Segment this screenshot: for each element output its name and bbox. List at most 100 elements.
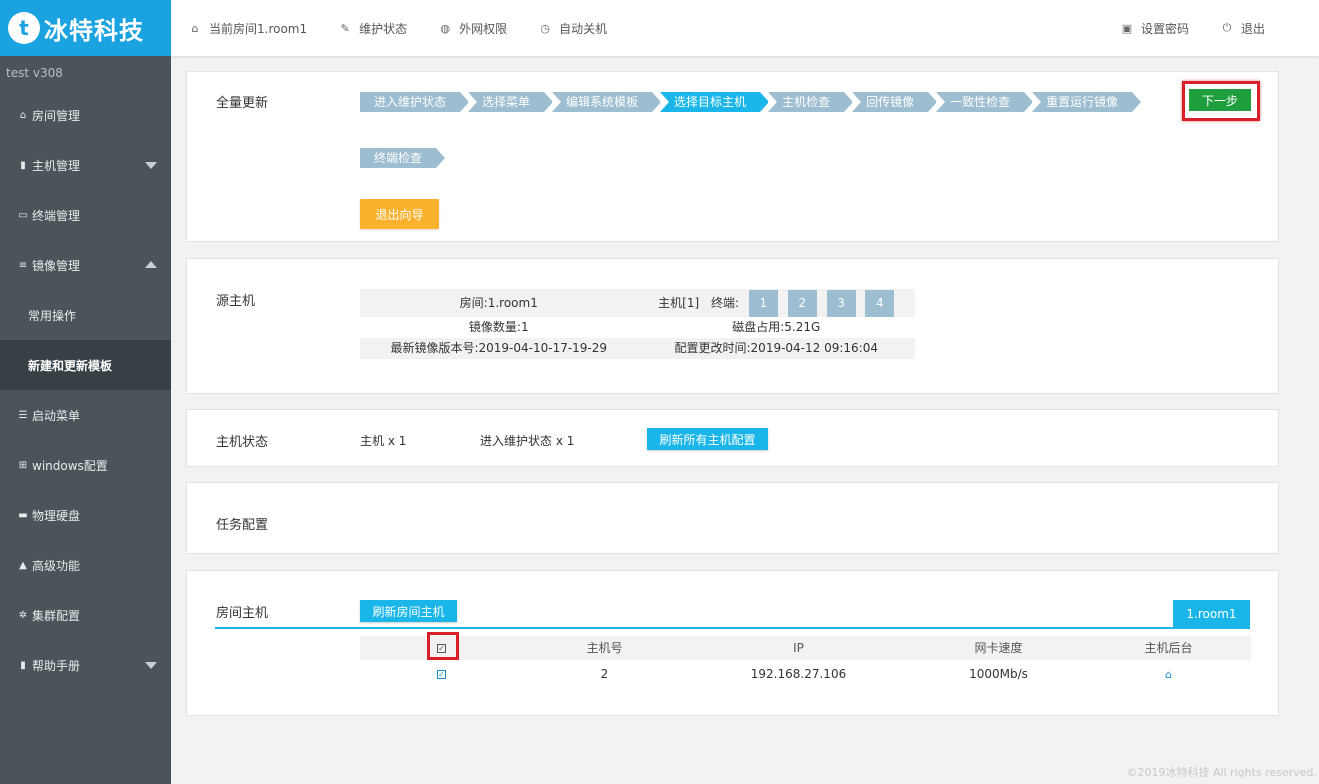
sidebar-item-label: 主机管理	[32, 158, 81, 173]
home-icon: ⌂	[19, 109, 27, 121]
tab-room1[interactable]: 1.room1	[1173, 600, 1250, 628]
power-icon: ⏻	[1222, 21, 1232, 34]
terminal-label: 终端:	[710, 296, 740, 310]
server-icon: ▮	[20, 159, 26, 171]
row-checkbox[interactable]: ✓	[437, 670, 446, 679]
exit-wizard-button[interactable]: 退出向导	[360, 199, 439, 229]
set-password-label: 设置密码	[1140, 21, 1189, 36]
header-host-no: 主机号	[586, 641, 623, 655]
sidebar-item-label: 高级功能	[32, 558, 81, 573]
sidebar-item-label: 房间管理	[32, 108, 81, 123]
terminal-button-4[interactable]: 4	[865, 290, 895, 317]
hdd-icon: ▬	[18, 509, 28, 521]
sidebar-item-boot-menu[interactable]: ☰ 启动菜单	[0, 390, 171, 440]
sidebar-subitem-common-ops[interactable]: 常用操作	[0, 290, 171, 340]
tab-underline	[215, 627, 1250, 629]
globe-icon: ◍	[440, 21, 450, 35]
home-icon: ⌂	[191, 21, 199, 35]
maintenance-count: 进入维护状态 x 1	[480, 434, 575, 448]
source-host-panel: 源主机 房间:1.room1 主机[1] 终端: 1 2 3 4 镜像数量:1 …	[186, 258, 1279, 394]
book-icon: ▮	[20, 659, 26, 671]
gear-icon: ✲	[18, 609, 28, 621]
sidebar-item-host-management[interactable]: ▮ 主机管理	[0, 140, 171, 190]
latest-image-version: 最新镜像版本号:2019-04-10-17-19-29	[390, 341, 608, 355]
auto-shutdown-link[interactable]: ◷ 自动关机	[539, 20, 607, 37]
step-edit-template: 编辑系统模板	[552, 92, 662, 112]
table-header: ✓ 主机号 IP 网卡速度 主机后台	[360, 632, 1251, 660]
sidebar-item-physical-disk[interactable]: ▬ 物理硬盘	[0, 490, 171, 540]
source-host-terminals: 主机[1] 终端: 1 2 3 4	[638, 289, 916, 317]
home-icon[interactable]: ⌂	[1165, 668, 1172, 681]
sidebar-item-help[interactable]: ▮ 帮助手册	[0, 640, 171, 690]
sidebar-item-cluster-config[interactable]: ✲ 集群配置	[0, 590, 171, 640]
host-no-cell: 2	[600, 667, 609, 681]
maintenance-status-label: 维护状态	[359, 21, 408, 36]
disk-usage: 磁盘占用:5.21G	[732, 320, 821, 334]
terminal-button-3[interactable]: 3	[826, 290, 856, 317]
sidebar-item-room-management[interactable]: ⌂ 房间管理	[0, 90, 171, 140]
host-count: 主机 x 1	[360, 434, 407, 448]
step-host-check: 主机检查	[768, 92, 854, 112]
step-select-target-host: 选择目标主机	[660, 92, 770, 112]
sidebar-item-image-management[interactable]: ≡ 镜像管理	[0, 240, 171, 290]
wizard-panel: 全量更新 进入维护状态 选择菜单 编辑系统模板 选择目标主机 主机检查 回传镜像…	[186, 71, 1279, 242]
maintenance-status-link[interactable]: ✎ 维护状态	[339, 20, 408, 37]
source-row-version: 最新镜像版本号:2019-04-10-17-19-29 配置更改时间:2019-…	[360, 338, 915, 359]
step-enter-maintenance: 进入维护状态	[360, 92, 470, 112]
next-step-button[interactable]: 下一步	[1189, 89, 1251, 111]
clock-icon: ◷	[540, 21, 550, 35]
sidebar-item-label: 集群配置	[32, 608, 81, 623]
refresh-all-hosts-button[interactable]: 刷新所有主机配置	[647, 428, 768, 450]
terminal-button-1[interactable]: 1	[748, 290, 778, 317]
sidebar-item-label: 启动菜单	[32, 408, 81, 423]
sidebar-item-label: windows配置	[32, 458, 108, 473]
room-hosts-panel: 房间主机 刷新房间主机 1.room1 ✓ 主机号 IP 网卡速度 主机后台 ✓…	[186, 570, 1279, 716]
logo: t 冰特科技	[0, 0, 171, 56]
logo-mark-icon: t	[8, 12, 40, 44]
table-row: ✓ 2 192.168.27.106 1000Mb/s ⌂	[360, 660, 1251, 688]
logout-label: 退出	[1240, 21, 1265, 36]
nic-speed-cell: 1000Mb/s	[969, 667, 1028, 681]
logout-link[interactable]: ⏻ 退出	[1221, 20, 1265, 37]
refresh-room-hosts-button[interactable]: 刷新房间主机	[360, 600, 457, 622]
sidebar-item-label: 物理硬盘	[32, 508, 81, 523]
source-host-table: 房间:1.room1 主机[1] 终端: 1 2 3 4 镜像数量:1 磁盘占用…	[360, 289, 915, 359]
task-config-panel: 任务配置	[186, 482, 1279, 554]
auto-shutdown-label: 自动关机	[559, 21, 608, 36]
config-change-time: 配置更改时间:2019-04-12 09:16:04	[674, 341, 879, 355]
select-all-highlight	[427, 632, 459, 660]
host-backend-cell: ⌂	[1086, 660, 1251, 688]
sidebar-subitem-template-update[interactable]: 新建和更新模板	[0, 340, 171, 390]
sidebar-item-terminal-management[interactable]: ▭ 终端管理	[0, 190, 171, 240]
step-select-menu: 选择菜单	[468, 92, 554, 112]
footer-copyright: ©2019冰特科技 All rights reserved.	[1126, 766, 1317, 779]
sidebar-item-windows-config[interactable]: ⊞ windows配置	[0, 440, 171, 490]
list-icon: ☰	[18, 409, 28, 421]
monitor-icon: ▭	[18, 209, 28, 221]
next-button-highlight: 下一步	[1182, 81, 1260, 121]
step-upload-image: 回传镜像	[852, 92, 938, 112]
sidebar-item-advanced[interactable]: ▲ 高级功能	[0, 540, 171, 590]
header-ip: IP	[793, 641, 804, 655]
room-hosts-title: 房间主机	[216, 606, 269, 621]
top-right-actions: ▣ 设置密码 ⏻ 退出	[1103, 20, 1279, 37]
current-room-link[interactable]: ⌂ 当前房间1.room1	[189, 20, 308, 37]
database-icon: ≡	[18, 259, 28, 271]
source-row-room: 房间:1.room1 主机[1] 终端: 1 2 3 4	[360, 289, 915, 317]
step-consistency-check: 一致性检查	[936, 92, 1034, 112]
room-hosts-table: ✓ 主机号 IP 网卡速度 主机后台 ✓ 2 192.168.27.106 10…	[360, 632, 1251, 688]
set-password-link[interactable]: ▣ 设置密码	[1121, 20, 1189, 37]
windows-icon: ⊞	[18, 459, 28, 471]
wizard-title: 全量更新	[216, 96, 269, 111]
header-nic-speed: 网卡速度	[974, 641, 1023, 655]
source-host: 主机[1]	[658, 296, 700, 310]
internet-access-label: 外网权限	[459, 21, 508, 36]
lock-icon: ▣	[1121, 21, 1133, 35]
sidebar: test v308 ⌂ 房间管理 ▮ 主机管理 ▭ 终端管理 ≡ 镜像管理 常用…	[0, 56, 171, 784]
terminal-button-2[interactable]: 2	[787, 290, 817, 317]
image-count: 镜像数量:1	[468, 320, 529, 334]
internet-access-link[interactable]: ◍ 外网权限	[439, 20, 507, 37]
warning-icon: ▲	[19, 559, 27, 571]
row-select-cell: ✓	[360, 660, 523, 688]
step-reset-image: 重置运行镜像	[1032, 92, 1142, 112]
